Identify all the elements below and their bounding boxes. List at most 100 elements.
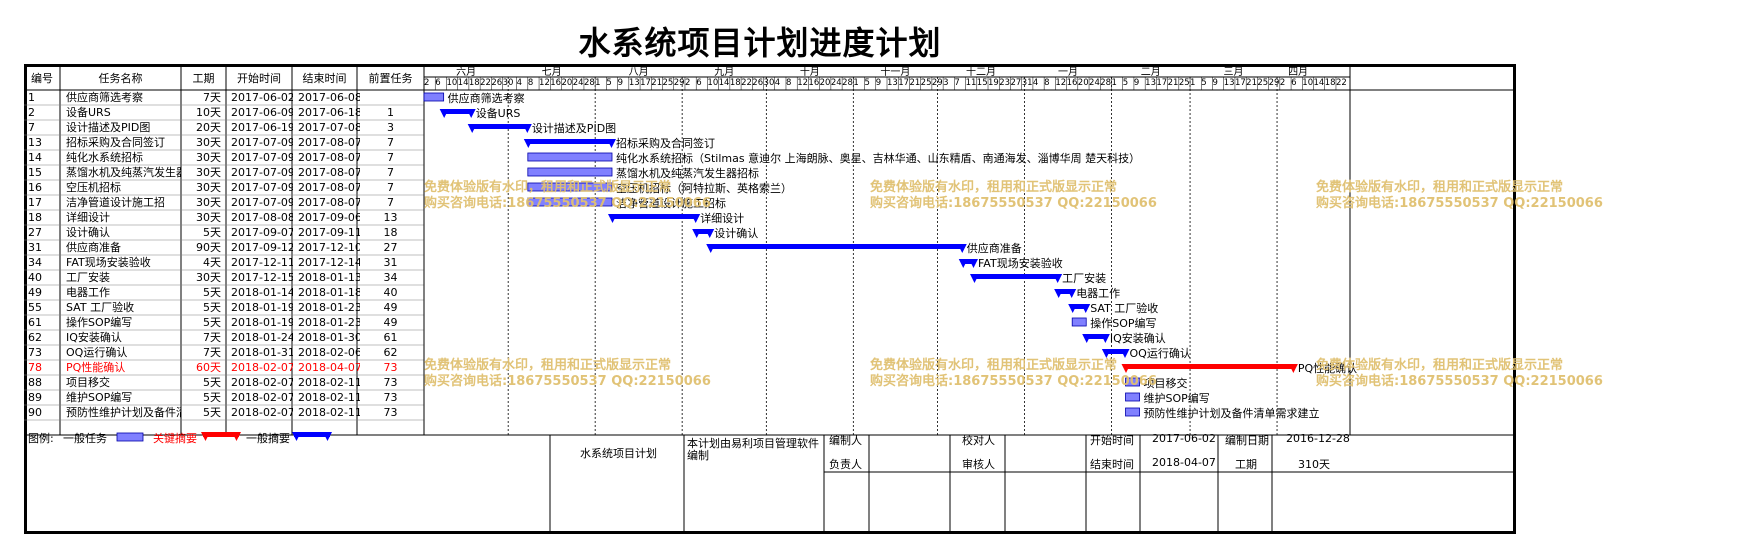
legend-task-swatch xyxy=(116,432,144,442)
task-predecessor: 7 xyxy=(387,196,394,209)
task-predecessor: 7 xyxy=(387,166,394,179)
day-tick: 17 xyxy=(640,78,651,88)
day-tick: 14 xyxy=(718,78,730,88)
task-duration: 4天 xyxy=(203,256,221,269)
task-predecessor: 7 xyxy=(387,181,394,194)
day-tick: 19 xyxy=(988,78,999,88)
bar-label: 电器工作 xyxy=(1076,287,1121,300)
task-name: 工厂安装 xyxy=(66,271,110,284)
task-id: 13 xyxy=(28,136,42,149)
month-2: 八月 xyxy=(628,67,649,78)
task-name: IQ安装确认 xyxy=(66,331,122,344)
task-end: 2018-02-11 xyxy=(298,376,360,389)
task-duration: 5天 xyxy=(203,226,221,239)
watermark-line: 购买咨询电话:18675550537 QQ:22150066 xyxy=(1316,374,1603,389)
day-tick: 4 xyxy=(1032,78,1039,88)
task-name: 维护SOP编写 xyxy=(66,391,133,404)
day-tick: 13 xyxy=(1145,78,1156,88)
day-tick: 25 xyxy=(1257,78,1269,88)
task-duration: 30天 xyxy=(196,196,221,209)
task-name: 蒸馏水机及纯蒸汽发生器招标 xyxy=(66,166,181,179)
task-predecessor: 40 xyxy=(383,286,398,299)
task-start: 2018-01-14 xyxy=(231,286,293,299)
month-1: 七月 xyxy=(541,67,562,78)
task-bar xyxy=(1125,392,1140,402)
day-tick: 12 xyxy=(797,78,809,88)
task-start: 2017-07-09 xyxy=(231,136,293,149)
day-tick: 15 xyxy=(976,78,988,88)
day-tick: 13 xyxy=(1223,78,1235,88)
task-duration: 90天 xyxy=(196,241,221,254)
task-predecessor: 34 xyxy=(383,271,398,284)
watermark: 免费体验版有水印，租用和正式版显示正常 购买咨询电话:18675550537 QQ… xyxy=(1316,358,1603,390)
day-tick: 17 xyxy=(898,78,910,88)
task-duration: 60天 xyxy=(196,361,221,374)
day-tick: 5 xyxy=(1201,78,1207,88)
legend-normal-task: 一般任务 xyxy=(63,432,107,445)
task-name: 设备URS xyxy=(66,106,111,119)
day-tick: 27 xyxy=(1010,78,1022,88)
month-3: 九月 xyxy=(714,67,735,78)
bar-label: 维护SOP编写 xyxy=(1143,392,1210,405)
task-end: 2018-02-11 xyxy=(298,391,360,404)
task-end: 2017-08-07 xyxy=(298,166,360,179)
day-tick: 8 xyxy=(527,78,534,88)
task-duration: 30天 xyxy=(196,211,221,224)
day-tick: 6 xyxy=(435,78,441,88)
day-tick: 31 xyxy=(1021,78,1033,88)
task-id: 40 xyxy=(28,271,42,284)
task-bar xyxy=(527,167,613,177)
footer-editor-label: 编制人 xyxy=(829,434,862,447)
task-id: 61 xyxy=(28,316,42,329)
day-tick: 25 xyxy=(1178,78,1190,88)
day-tick: 23 xyxy=(999,78,1011,88)
header-dur: 工期 xyxy=(192,72,215,85)
day-tick: 17 xyxy=(1156,78,1168,88)
day-tick: 28 xyxy=(583,78,595,88)
day-tick: 18 xyxy=(468,78,480,88)
watermark-line: 购买咨询电话:18675550537 QQ:22150066 xyxy=(1316,196,1603,211)
day-tick: 14 xyxy=(457,78,469,88)
month-9: 三月 xyxy=(1223,67,1244,78)
task-name: 招标采购及合同签订 xyxy=(66,136,165,149)
day-tick: 26 xyxy=(491,78,503,88)
day-tick: 25 xyxy=(662,78,674,88)
header-pred: 前置任务 xyxy=(368,72,413,85)
day-tick: 3 xyxy=(943,78,949,88)
task-start: 2017-07-09 xyxy=(231,181,293,194)
day-tick: 10 xyxy=(1302,78,1314,88)
task-name: 电器工作 xyxy=(66,286,110,299)
task-bar xyxy=(1071,317,1087,327)
task-duration: 5天 xyxy=(203,391,221,404)
watermark: 免费体验版有水印，租用和正式版显示正常 购买咨询电话:18675550537 QQ… xyxy=(870,358,1157,390)
bar-label: 纯化水系统招标（Stilmas 意迪尔 上海朗脉、奥星、吉林华通、山东精盾、南通… xyxy=(616,152,1141,165)
task-duration: 5天 xyxy=(203,406,221,419)
month-10: 四月 xyxy=(1288,67,1309,78)
task-start: 2017-12-11 xyxy=(231,256,293,269)
bar-label: SAT 工厂验收 xyxy=(1090,302,1159,315)
task-name: 纯化水系统招标 xyxy=(66,151,143,164)
day-tick: 28 xyxy=(842,78,853,88)
task-id: 88 xyxy=(28,376,42,389)
task-start: 2018-01-19 xyxy=(231,316,293,329)
task-name: 供应商准备 xyxy=(66,241,121,254)
day-tick: 12 xyxy=(1055,78,1067,88)
task-name: FAT现场安装验收 xyxy=(66,256,151,269)
watermark: 免费体验版有水印，租用和正式版显示正常 购买咨询电话:18675550537 QQ… xyxy=(870,180,1157,212)
day-tick: 18 xyxy=(1324,78,1336,88)
bar-label: IQ安装确认 xyxy=(1109,332,1166,345)
day-tick: 1 xyxy=(595,78,601,88)
day-tick: 2 xyxy=(684,78,691,88)
summary-bar xyxy=(710,244,963,249)
footer-duration-label: 工期 xyxy=(1235,458,1257,471)
day-tick: 10 xyxy=(707,78,719,88)
header-end: 结束时间 xyxy=(302,72,347,85)
day-tick: 9 xyxy=(1133,78,1140,88)
day-tick: 5 xyxy=(1122,78,1129,88)
task-end: 2018-01-13 xyxy=(298,271,360,284)
month-7: 一月 xyxy=(1057,67,1078,78)
task-start: 2018-02-07 xyxy=(231,361,293,374)
task-end: 2017-08-07 xyxy=(298,151,360,164)
task-id: 2 xyxy=(28,106,35,119)
summary-bar xyxy=(471,124,528,129)
